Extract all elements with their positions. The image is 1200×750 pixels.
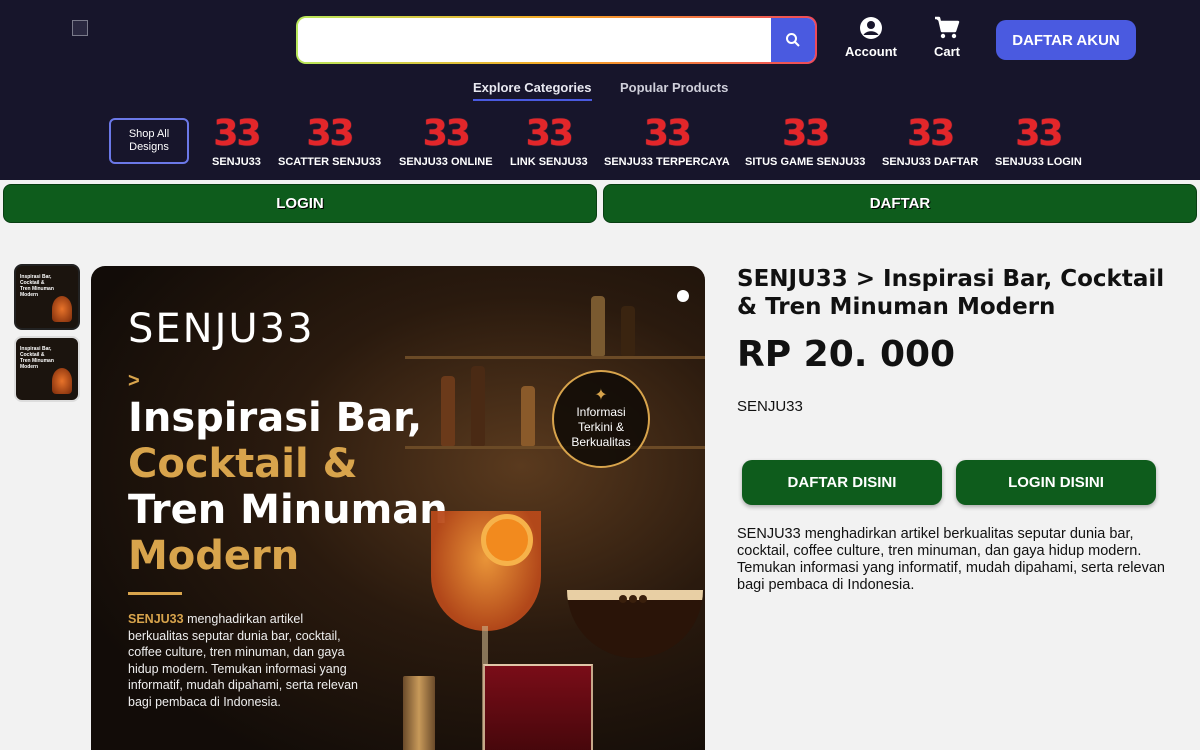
- red-cocktail-shape: [483, 664, 593, 750]
- category-icon: 33: [1015, 113, 1063, 154]
- category-icon: 33: [213, 113, 261, 154]
- search-button[interactable]: [771, 18, 815, 62]
- bar-shelf: [405, 446, 705, 449]
- tab-popular-products[interactable]: Popular Products: [620, 80, 728, 99]
- daftar-disini-button[interactable]: DAFTAR DISINI: [742, 460, 942, 505]
- product-thumbnail-2[interactable]: Inspirasi Bar, Cocktail & Tren Minuman M…: [14, 336, 80, 402]
- hero-line-3: Tren Minuman: [128, 487, 448, 533]
- account-link[interactable]: Account: [838, 16, 904, 59]
- category-senju33-daftar[interactable]: 33 SENJU33 DAFTAR: [882, 113, 979, 169]
- bottle-shape: [591, 296, 605, 356]
- category-label: LINK SENJU33: [510, 156, 588, 168]
- bottle-shape: [521, 386, 535, 446]
- bottle-shape: [621, 306, 635, 356]
- hero-badge-text: Informasi Terkini & Berkualitas: [571, 405, 631, 449]
- product-vendor: SENJU33: [737, 398, 803, 415]
- search-icon: [786, 33, 800, 47]
- login-bar-button[interactable]: LOGIN: [3, 184, 597, 223]
- category-senju33[interactable]: 33 SENJU33: [212, 113, 262, 169]
- sparkle-icon: ✦: [594, 387, 608, 404]
- category-label: SCATTER SENJU33: [278, 156, 382, 168]
- coffee-beans-shape: [619, 590, 649, 603]
- thumbnail-glass: [52, 368, 72, 394]
- site-header: Account Cart DAFTAR AKUN Explore Categor…: [0, 0, 1200, 180]
- category-label: SENJU33 LOGIN: [995, 156, 1082, 168]
- bottle-shape: [441, 376, 455, 446]
- bottle-shape: [471, 366, 485, 446]
- account-label: Account: [845, 44, 897, 59]
- bar-shelf: [405, 356, 705, 359]
- hero-divider: [128, 592, 182, 595]
- category-label: SENJU33 ONLINE: [399, 156, 493, 168]
- cart-icon: [935, 16, 960, 39]
- orange-slice-shape: [481, 514, 533, 566]
- search-bar: [296, 16, 817, 64]
- cart-label: Cart: [933, 44, 960, 59]
- register-account-button[interactable]: DAFTAR AKUN: [996, 20, 1136, 60]
- category-icon: 33: [306, 113, 355, 154]
- shop-all-designs-button[interactable]: Shop All Designs: [109, 118, 189, 164]
- category-icon: 33: [907, 113, 955, 154]
- search-input[interactable]: [298, 18, 771, 62]
- hero-description: SENJU33 menghadirkan artikel berkualitas…: [128, 611, 358, 710]
- thumbnail-caption: Inspirasi Bar, Cocktail & Tren Minuman M…: [20, 346, 54, 370]
- cart-link[interactable]: Cart: [926, 16, 968, 59]
- category-scatter-senju33[interactable]: 33 SCATTER SENJU33: [278, 113, 382, 169]
- category-label: SENJU33 TERPERCAYA: [604, 156, 730, 168]
- hero-desc-bold: SENJU33: [128, 612, 184, 626]
- user-circle-icon: [860, 17, 882, 39]
- category-senju33-online[interactable]: 33 SENJU33 ONLINE: [399, 113, 493, 169]
- hero-line-2: Cocktail &: [128, 441, 358, 487]
- hero-brand: SENJU33: [128, 306, 315, 352]
- product-description: SENJU33 menghadirkan artikel berkualitas…: [737, 526, 1165, 593]
- broken-logo-image[interactable]: [72, 20, 88, 36]
- category-label: SITUS GAME SENJU33: [745, 156, 866, 168]
- hero-arrow: >: [128, 370, 140, 392]
- hero-line-1: Inspirasi Bar,: [128, 395, 423, 441]
- daftar-bar-button[interactable]: DAFTAR: [603, 184, 1197, 223]
- product-title: SENJU33 > Inspirasi Bar, Cocktail & Tren…: [737, 266, 1165, 320]
- image-indicator-dot[interactable]: [677, 290, 689, 302]
- product-price: RP 20. 000: [737, 334, 956, 375]
- category-icon: 33: [422, 113, 471, 154]
- tab-explore-categories[interactable]: Explore Categories: [473, 80, 592, 101]
- login-disini-button[interactable]: LOGIN DISINI: [956, 460, 1156, 505]
- category-icon: 33: [643, 113, 692, 154]
- category-label: SENJU33 DAFTAR: [882, 156, 979, 168]
- category-senju33-login[interactable]: 33 SENJU33 LOGIN: [995, 113, 1082, 169]
- category-icon: 33: [782, 113, 830, 154]
- category-icon: 33: [525, 113, 574, 154]
- hero-badge: ✦ Informasi Terkini & Berkualitas: [552, 370, 650, 468]
- shaker-shape: [403, 676, 435, 750]
- category-label: SENJU33: [212, 156, 261, 168]
- product-main-image[interactable]: SENJU33 > Inspirasi Bar, Cocktail & Tren…: [91, 266, 705, 750]
- category-situs-game-senju33[interactable]: 33 SITUS GAME SENJU33: [745, 113, 866, 169]
- hero-desc-rest: menghadirkan artikel berkualitas seputar…: [128, 612, 358, 709]
- hero-line-4: Modern: [128, 533, 300, 579]
- thumbnail-caption: Inspirasi Bar, Cocktail & Tren Minuman M…: [20, 274, 54, 298]
- product-thumbnail-1[interactable]: Inspirasi Bar, Cocktail & Tren Minuman M…: [14, 264, 80, 330]
- category-link-senju33[interactable]: 33 LINK SENJU33: [510, 113, 588, 169]
- thumbnail-glass: [52, 296, 72, 322]
- category-senju33-terpercaya[interactable]: 33 SENJU33 TERPERCAYA: [604, 113, 730, 169]
